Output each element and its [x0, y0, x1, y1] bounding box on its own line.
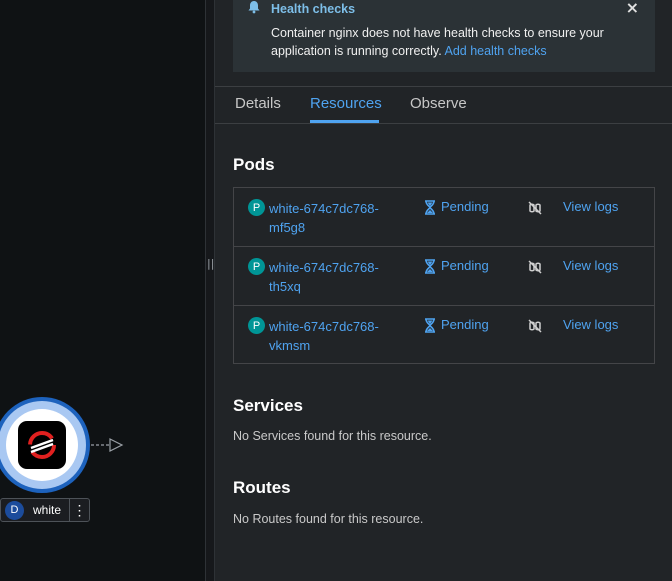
hourglass-icon	[425, 200, 435, 215]
add-health-checks-link[interactable]: Add health checks	[444, 44, 546, 58]
view-logs-link[interactable]: View logs	[563, 199, 618, 214]
hourglass-icon	[425, 259, 435, 274]
openshift-logo-icon	[18, 421, 66, 469]
view-logs-link[interactable]: View logs	[563, 258, 618, 273]
pods-list: P white-674c7dc768-mf5g8 Pending View lo…	[233, 187, 655, 364]
node-label[interactable]: D white ⋮	[0, 498, 90, 522]
pod-row: P white-674c7dc768-vkmsm Pending View lo…	[234, 306, 654, 363]
pod-name-link[interactable]: white-674c7dc768-vkmsm	[269, 317, 399, 355]
topology-canvas[interactable]: D white ⋮	[0, 0, 205, 581]
alert-title: Health checks	[271, 2, 356, 16]
pod-name-link[interactable]: white-674c7dc768-th5xq	[269, 258, 399, 296]
resource-tabs: Details Resources Observe	[215, 86, 672, 124]
pod-status: Pending	[441, 199, 489, 214]
network-disconnected-icon	[528, 260, 542, 274]
alert-message: Container nginx does not have health che…	[271, 24, 641, 60]
node-name: white	[33, 503, 62, 517]
pods-title: Pods	[233, 155, 275, 174]
kebab-menu-icon[interactable]: ⋮	[69, 499, 89, 521]
deployment-badge: D	[5, 500, 24, 520]
pod-status: Pending	[441, 258, 489, 273]
pod-badge: P	[248, 199, 265, 216]
network-disconnected-icon	[528, 319, 542, 333]
alert-text: Container nginx does not have health che…	[271, 26, 604, 58]
close-icon[interactable]: ×	[626, 0, 639, 17]
splitter-grip-icon[interactable]: ||	[207, 257, 214, 270]
view-logs-link[interactable]: View logs	[563, 317, 618, 332]
routes-title: Routes	[233, 478, 291, 497]
services-title: Services	[233, 396, 303, 415]
tab-observe[interactable]: Observe	[410, 95, 467, 112]
pod-badge: P	[248, 258, 265, 275]
tab-details[interactable]: Details	[235, 95, 281, 112]
drawer-splitter[interactable]	[205, 0, 215, 581]
health-checks-alert: Health checks × Container nginx does not…	[233, 0, 655, 72]
tab-resources[interactable]: Resources	[310, 95, 382, 112]
pod-name-link[interactable]: white-674c7dc768-mf5g8	[269, 199, 399, 237]
pod-badge: P	[248, 317, 265, 334]
side-drawer: Health checks × Container nginx does not…	[215, 0, 672, 581]
bell-icon	[248, 1, 260, 14]
pod-status: Pending	[441, 317, 489, 332]
pod-row: P white-674c7dc768-th5xq Pending View lo…	[234, 247, 654, 306]
pod-row: P white-674c7dc768-mf5g8 Pending View lo…	[234, 188, 654, 247]
network-disconnected-icon	[528, 201, 542, 215]
active-tab-indicator	[310, 120, 379, 123]
connector-arrow-icon[interactable]	[89, 436, 125, 454]
routes-empty-message: No Routes found for this resource.	[233, 512, 424, 526]
services-empty-message: No Services found for this resource.	[233, 429, 432, 443]
hourglass-icon	[425, 318, 435, 333]
